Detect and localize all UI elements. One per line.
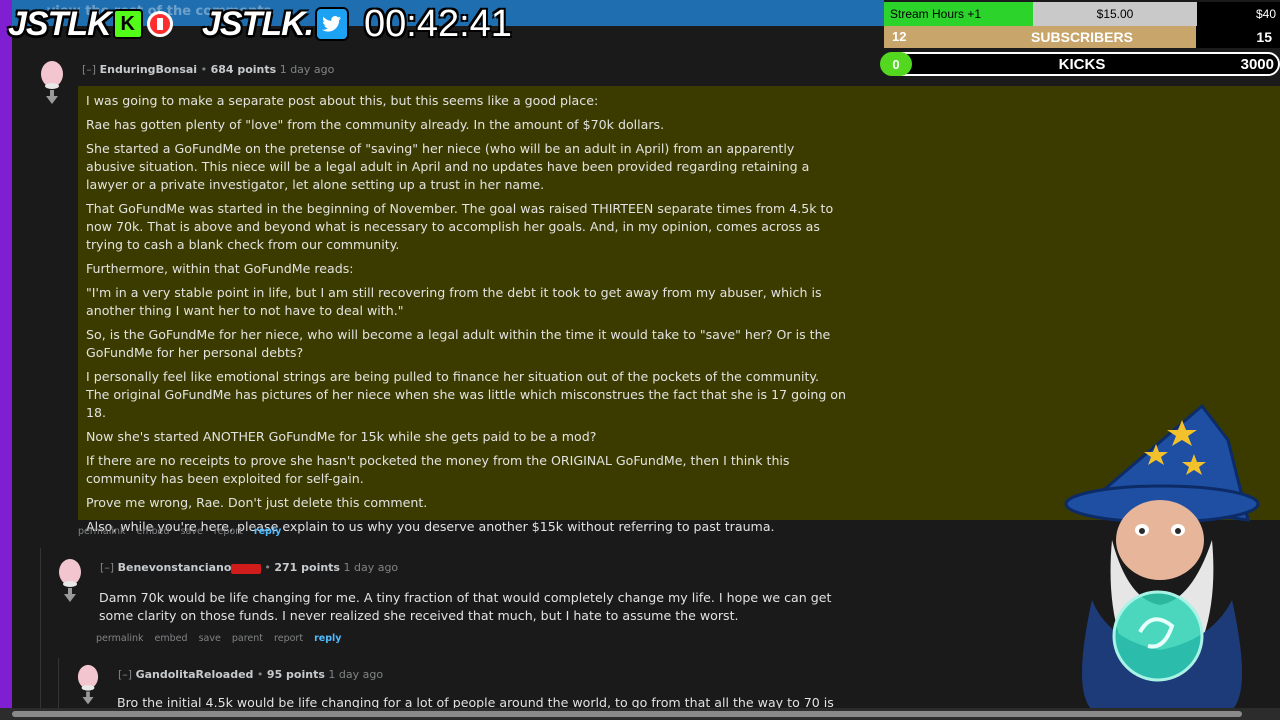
reply-body: Bro the initial 4.5k would be life chang… (117, 695, 834, 708)
reply-link[interactable]: reply (314, 633, 341, 644)
embed-link[interactable]: embed (137, 526, 170, 537)
snoo-avatar-icon[interactable] (74, 664, 102, 712)
reply-meta: [–] GandolitaReloaded • 95 points 1 day … (118, 668, 384, 681)
user-flair-badge: flair (231, 564, 261, 574)
snoo-avatar-icon[interactable] (38, 60, 66, 112)
kick-icon: K (112, 9, 143, 39)
comment-paragraph: So, is the GoFundMe for her niece, who w… (86, 327, 831, 360)
report-link[interactable]: report (274, 633, 303, 644)
comment-paragraph: Now she's started ANOTHER GoFundMe for 1… (86, 429, 597, 444)
scrollbar-thumb[interactable] (12, 711, 1242, 717)
post-age: 1 day ago (279, 63, 335, 76)
thread-guide-line (40, 548, 41, 708)
collapse-toggle[interactable]: [–] (82, 63, 96, 76)
comment-paragraph: If there are no receipts to prove she ha… (86, 453, 790, 486)
save-link[interactable]: save (181, 526, 203, 537)
post-meta: [–] EnduringBonsai • 684 points 1 day ag… (82, 63, 335, 76)
goal-max: $40 (1255, 7, 1276, 21)
collapse-toggle[interactable]: [–] (118, 668, 132, 681)
reply-points: 271 points (274, 561, 340, 574)
parent-link[interactable]: parent (232, 633, 263, 644)
reply-age: 1 day ago (328, 668, 384, 681)
stream-hours-goal-bar: Stream Hours +1 $15.00 $40 (884, 2, 1280, 26)
goal-label: Stream Hours +1 (890, 7, 982, 21)
comment-paragraph: I personally feel like emotional strings… (86, 369, 846, 420)
stream-timer: 00:42:41 (364, 3, 512, 45)
comment-paragraph: "I'm in a very stable point in life, but… (86, 285, 822, 318)
comment-paragraph: I was going to make a separate post abou… (86, 93, 599, 108)
post-points: 684 points (210, 63, 277, 76)
comment-paragraph: Prove me wrong, Rae. Don't just delete t… (86, 495, 428, 510)
comment-paragraph: She started a GoFundMe on the pretense o… (86, 141, 810, 192)
twitter-channel-logo: JSTLK. (202, 4, 350, 43)
channel-name-text: JSTLK (8, 4, 112, 43)
channel-name-text: JSTLK. (202, 4, 314, 43)
stream-border-strip (0, 0, 12, 720)
comment-paragraph: Rae has gotten plenty of "love" from the… (86, 117, 665, 132)
save-link[interactable]: save (199, 633, 221, 644)
thread-guide-line (58, 658, 59, 708)
permalink-link[interactable]: permalink (96, 633, 144, 644)
wizard-avatar (1052, 400, 1280, 710)
reply-body: Damn 70k would be life changing for me. … (99, 590, 832, 623)
embed-link[interactable]: embed (155, 633, 188, 644)
goal-label: SUBSCRIBERS (1031, 29, 1133, 45)
subscribers-goal-bar: 12 SUBSCRIBERS 15 (884, 26, 1280, 48)
post-actions: permalink embed save report reply (78, 526, 289, 537)
reply-meta: [–] Benevonstanciano flair • 271 points 1… (100, 561, 399, 574)
kicks-goal-bar: 0 KICKS 3000 (880, 52, 1280, 76)
goal-max: 3000 (1240, 56, 1274, 73)
reply-author[interactable]: GandolitaReloaded (136, 668, 254, 681)
post-author[interactable]: EnduringBonsai (100, 63, 197, 76)
snoo-avatar-icon[interactable] (56, 558, 84, 610)
kick-channel-logo: JSTLK K (8, 4, 173, 43)
reply-author[interactable]: Benevonstanciano (118, 561, 232, 574)
reply-actions: permalink embed save parent report reply (96, 633, 349, 644)
report-link[interactable]: report (214, 526, 243, 537)
collapse-toggle[interactable]: [–] (100, 561, 114, 574)
reply-link[interactable]: reply (254, 526, 281, 537)
comment-paragraph: Furthermore, within that GoFundMe reads: (86, 261, 354, 276)
reply-age: 1 day ago (343, 561, 399, 574)
twitter-icon (315, 7, 350, 41)
goal-price: $15.00 (1033, 2, 1197, 26)
comment-paragraph: That GoFundMe was started in the beginni… (86, 201, 834, 252)
horizontal-scrollbar[interactable] (0, 708, 1280, 720)
permalink-link[interactable]: permalink (78, 526, 126, 537)
goal-label: KICKS (1058, 56, 1106, 73)
record-icon (146, 11, 173, 37)
reply-points: 95 points (266, 668, 325, 681)
goal-max: 15 (1256, 29, 1272, 45)
